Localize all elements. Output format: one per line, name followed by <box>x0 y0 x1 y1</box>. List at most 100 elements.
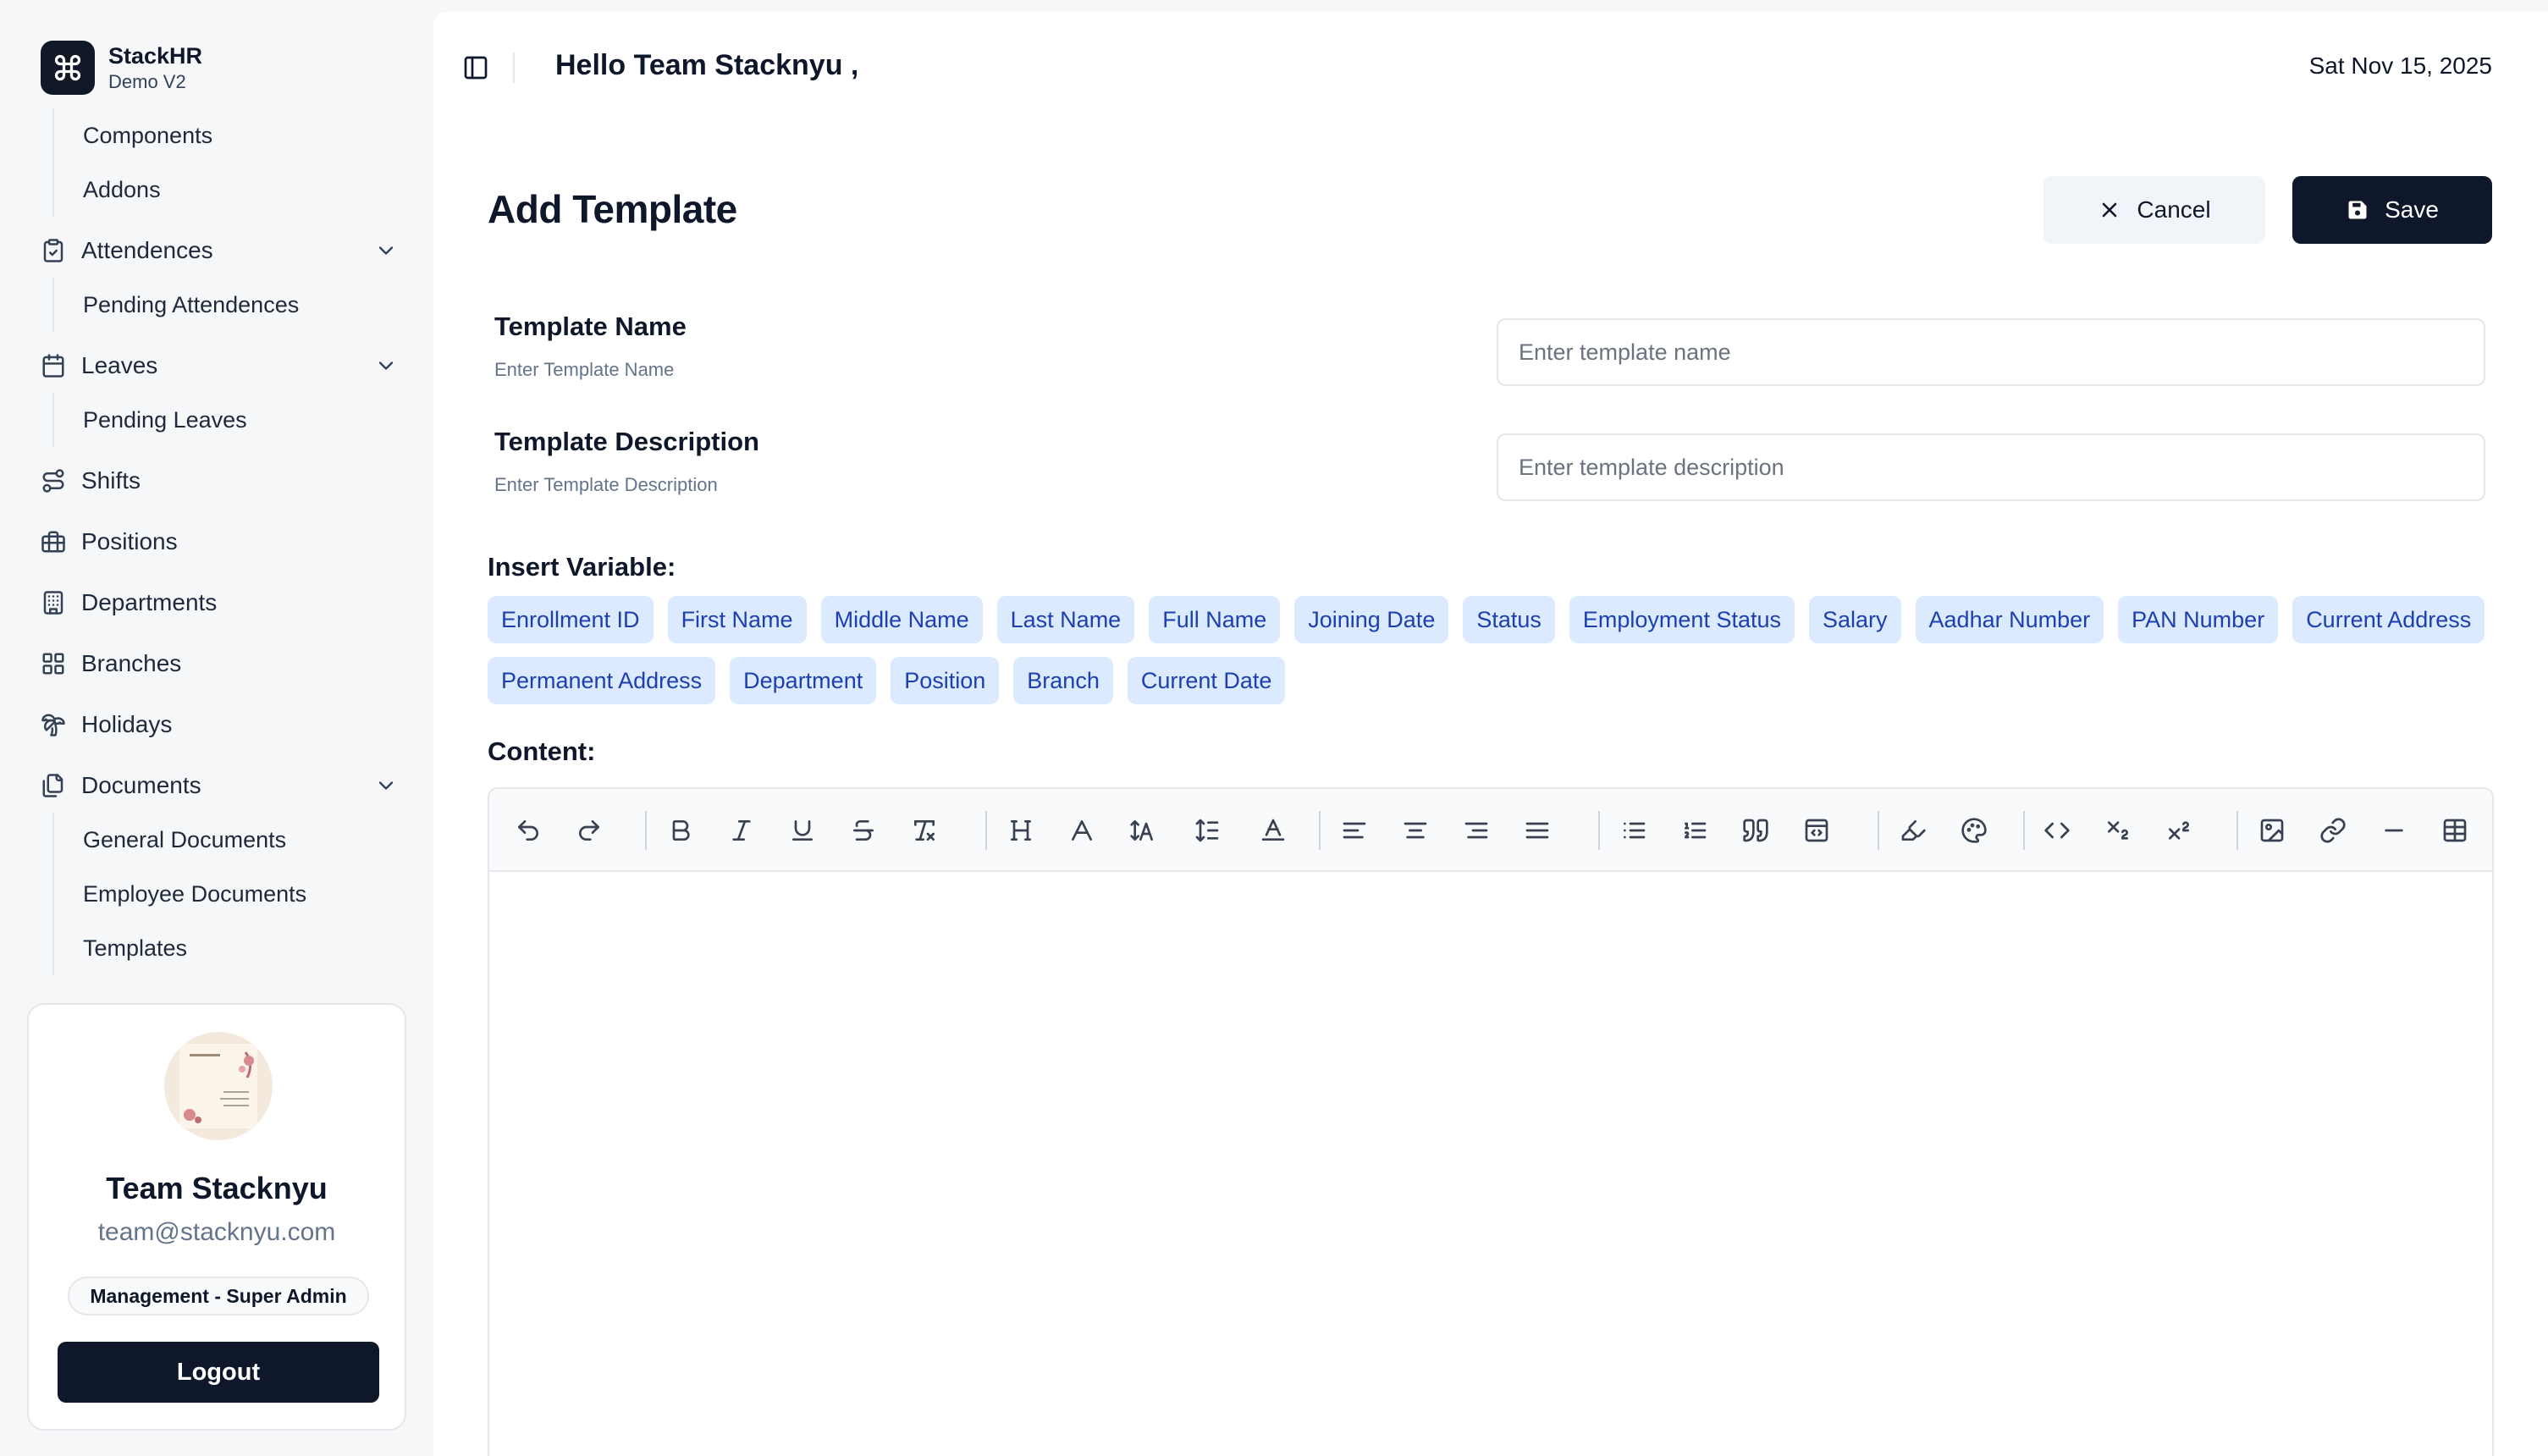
clear-format-icon[interactable] <box>911 817 938 844</box>
sidebar-item-positions[interactable]: Positions <box>41 518 398 565</box>
font-size-icon[interactable] <box>1129 817 1156 844</box>
template-description-help: Enter Template Description <box>494 474 718 495</box>
sidebar-item-label: Positions <box>81 528 178 554</box>
user-card: Team Stacknyu team@stacknyu.com Manageme… <box>27 1003 406 1431</box>
topbar: Hello Team Stacknyu , Sat Nov 15, 2025 <box>433 12 2548 124</box>
logout-button[interactable]: Logout <box>58 1342 379 1403</box>
variable-chip-current-date[interactable]: Current Date <box>1127 657 1286 704</box>
variable-chip-branch[interactable]: Branch <box>1013 657 1113 704</box>
subscript-icon[interactable] <box>2104 817 2132 844</box>
align-right-icon[interactable] <box>1463 817 1490 844</box>
strikethrough-icon[interactable] <box>850 817 877 844</box>
nav-subgroup-attendences: Pending Attendences <box>52 278 299 332</box>
template-name-label: Template Name <box>494 312 687 341</box>
chevron-down-icon[interactable] <box>374 354 398 378</box>
sidebar-toggle-icon[interactable] <box>462 54 489 81</box>
sidebar-item-templates[interactable]: Templates <box>83 921 306 975</box>
variable-chip-position[interactable]: Position <box>891 657 1000 704</box>
sidebar-item-components[interactable]: Components <box>83 108 212 163</box>
variable-chip-enrollment-id[interactable]: Enrollment ID <box>488 596 654 643</box>
building-icon <box>43 591 63 615</box>
code-block-icon[interactable] <box>1803 817 1830 844</box>
variable-chip-pan-number[interactable]: PAN Number <box>2118 596 2279 643</box>
heading-icon[interactable] <box>1007 817 1034 844</box>
variable-chip-permanent-address[interactable]: Permanent Address <box>488 657 716 704</box>
table-icon[interactable] <box>2441 817 2468 844</box>
bold-icon[interactable] <box>667 817 694 844</box>
toolbar-divider <box>2236 811 2238 850</box>
chevron-down-icon[interactable] <box>374 239 398 262</box>
avatar[interactable] <box>164 1032 273 1140</box>
sidebar-item-documents[interactable]: Documents <box>41 762 398 809</box>
variable-chip-middle-name[interactable]: Middle Name <box>820 596 983 643</box>
sidebar-item-branches[interactable]: Branches <box>41 640 398 687</box>
sidebar-item-pending-leaves[interactable]: Pending Leaves <box>83 393 247 447</box>
sidebar-item-employee-documents[interactable]: Employee Documents <box>83 867 306 921</box>
chevron-down-icon[interactable] <box>374 774 398 797</box>
font-icon[interactable] <box>1068 817 1095 844</box>
highlight-icon[interactable] <box>1900 817 1927 844</box>
horizontal-rule-icon[interactable] <box>2380 817 2407 844</box>
role-badge: Management - Super Admin <box>68 1277 369 1315</box>
sidebar-item-shifts[interactable]: Shifts <box>41 457 398 505</box>
save-button[interactable]: Save <box>2292 176 2492 244</box>
grid-icon <box>42 653 64 675</box>
line-height-icon[interactable] <box>1194 817 1221 844</box>
underline-icon[interactable] <box>789 817 816 844</box>
bullet-list-icon[interactable] <box>1620 817 1647 844</box>
sidebar-item-pending-attendences[interactable]: Pending Attendences <box>83 278 299 332</box>
variable-chip-salary[interactable]: Salary <box>1809 596 1901 643</box>
undo-icon[interactable] <box>515 817 542 844</box>
sidebar-item-attendences[interactable]: Attendences <box>41 227 398 274</box>
save-icon <box>2348 201 2367 219</box>
sidebar-item-label: Branches <box>81 650 182 676</box>
variable-chip-first-name[interactable]: First Name <box>667 596 807 643</box>
superscript-icon[interactable] <box>2165 817 2192 844</box>
variable-chip-employment-status[interactable]: Employment Status <box>1569 596 1795 643</box>
toolbar-divider <box>1598 811 1600 850</box>
variable-chip-last-name[interactable]: Last Name <box>996 596 1135 643</box>
variable-chip-status[interactable]: Status <box>1463 596 1555 643</box>
image-icon[interactable] <box>2258 817 2286 844</box>
brand-subtitle: Demo V2 <box>108 71 186 92</box>
sidebar-item-addons[interactable]: Addons <box>83 163 212 217</box>
sidebar-item-departments[interactable]: Departments <box>41 579 398 626</box>
insert-variable-label: Insert Variable: <box>488 552 676 582</box>
template-description-input[interactable] <box>1497 433 2485 501</box>
cancel-button[interactable]: Cancel <box>2043 176 2265 244</box>
italic-icon[interactable] <box>728 817 755 844</box>
variable-chip-department[interactable]: Department <box>730 657 877 704</box>
variable-chips: Enrollment ID First Name Middle Name Las… <box>488 596 2502 704</box>
align-center-icon[interactable] <box>1402 817 1429 844</box>
align-justify-icon[interactable] <box>1524 817 1551 844</box>
nav-subgroup-leaves: Pending Leaves <box>52 393 247 447</box>
variable-chip-aadhar-number[interactable]: Aadhar Number <box>1915 596 2104 643</box>
link-icon[interactable] <box>2319 817 2347 844</box>
brand-name: StackHR <box>108 43 203 69</box>
toolbar-divider <box>645 811 647 850</box>
brand[interactable]: StackHR Demo V2 <box>41 41 202 95</box>
template-name-input[interactable] <box>1497 318 2485 386</box>
variable-chip-current-address[interactable]: Current Address <box>2292 596 2485 643</box>
blockquote-icon[interactable] <box>1742 817 1769 844</box>
sidebar-item-label: Shifts <box>81 467 141 494</box>
palette-icon[interactable] <box>1961 817 1988 844</box>
page-title: Add Template <box>488 187 737 231</box>
nav-subgroup-components: Components Addons <box>52 108 212 217</box>
text-color-icon[interactable] <box>1260 817 1287 844</box>
sidebar-item-holidays[interactable]: Holidays <box>41 701 398 748</box>
align-left-icon[interactable] <box>1341 817 1368 844</box>
sidebar-item-general-documents[interactable]: General Documents <box>83 813 306 867</box>
template-description-label: Template Description <box>494 427 759 456</box>
redo-icon[interactable] <box>576 817 603 844</box>
variable-chip-joining-date[interactable]: Joining Date <box>1294 596 1449 643</box>
editor-content-area[interactable] <box>489 872 2492 1456</box>
close-icon <box>2103 202 2117 218</box>
user-email: team@stacknyu.com <box>97 1218 336 1246</box>
editor-toolbar <box>489 789 2492 872</box>
palm-tree-icon <box>41 714 65 736</box>
sidebar-item-leaves[interactable]: Leaves <box>41 342 398 389</box>
variable-chip-full-name[interactable]: Full Name <box>1149 596 1281 643</box>
inline-code-icon[interactable] <box>2043 817 2071 844</box>
numbered-list-icon[interactable] <box>1681 817 1708 844</box>
